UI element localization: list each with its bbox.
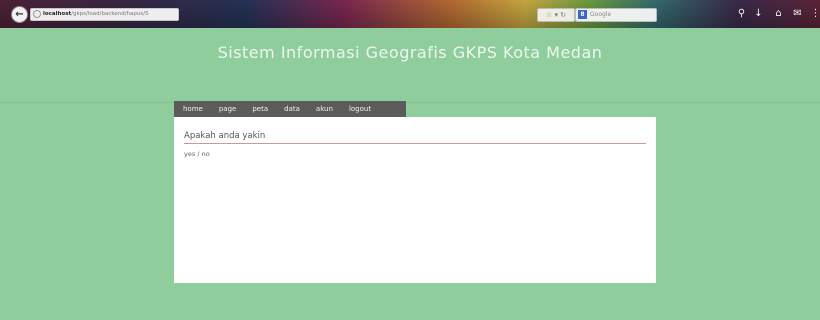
site-identity-icon [33, 10, 41, 18]
url-host: localhost [43, 11, 72, 17]
address-bar[interactable]: localhost/gkps/load/backend/hapus/5 [30, 8, 179, 21]
search-icon[interactable]: ⚲ [735, 7, 748, 20]
search-input[interactable]: 8 Google [575, 8, 657, 22]
download-icon[interactable]: ↓ [752, 7, 765, 20]
url-path: /gkps/load/backend/hapus/5 [71, 11, 149, 17]
more-icon[interactable]: ⋮ [809, 7, 820, 20]
nav-item-logout[interactable]: logout [349, 105, 371, 113]
confirm-heading: Apakah anda yakin [184, 131, 266, 141]
nav-item-home[interactable]: home [183, 105, 203, 113]
content-panel: Apakah anda yakin yes / no [174, 117, 656, 283]
site-title: Sistem Informasi Geografis GKPS Kota Med… [217, 43, 603, 62]
home-icon[interactable]: ⌂ [772, 7, 785, 20]
choice-separator: / [197, 150, 200, 158]
nav-item-page[interactable]: page [219, 105, 236, 113]
search-placeholder: Google [590, 11, 612, 18]
reload-icon[interactable]: ↻ [560, 11, 566, 19]
bookmark-star-icon[interactable]: ☆ [546, 11, 552, 19]
back-button[interactable]: ← [11, 6, 28, 23]
mail-icon[interactable]: ✉ [791, 7, 804, 20]
search-engine-icon[interactable]: 8 [578, 10, 587, 19]
no-link[interactable]: no [202, 150, 210, 158]
nav-item-peta[interactable]: peta [252, 105, 268, 113]
nav-item-data[interactable]: data [284, 105, 300, 113]
yes-link[interactable]: yes [184, 150, 195, 158]
main-nav: home page peta data akun logout [174, 101, 406, 117]
back-arrow-icon: ← [15, 9, 24, 20]
confirm-choices: yes / no [184, 150, 210, 158]
url-controls[interactable]: ☆ ▾ ↻ [537, 8, 575, 22]
header-divider [0, 102, 820, 103]
nav-item-akun[interactable]: akun [316, 105, 333, 113]
heading-divider [184, 143, 646, 144]
dropdown-arrow-icon[interactable]: ▾ [554, 11, 558, 19]
